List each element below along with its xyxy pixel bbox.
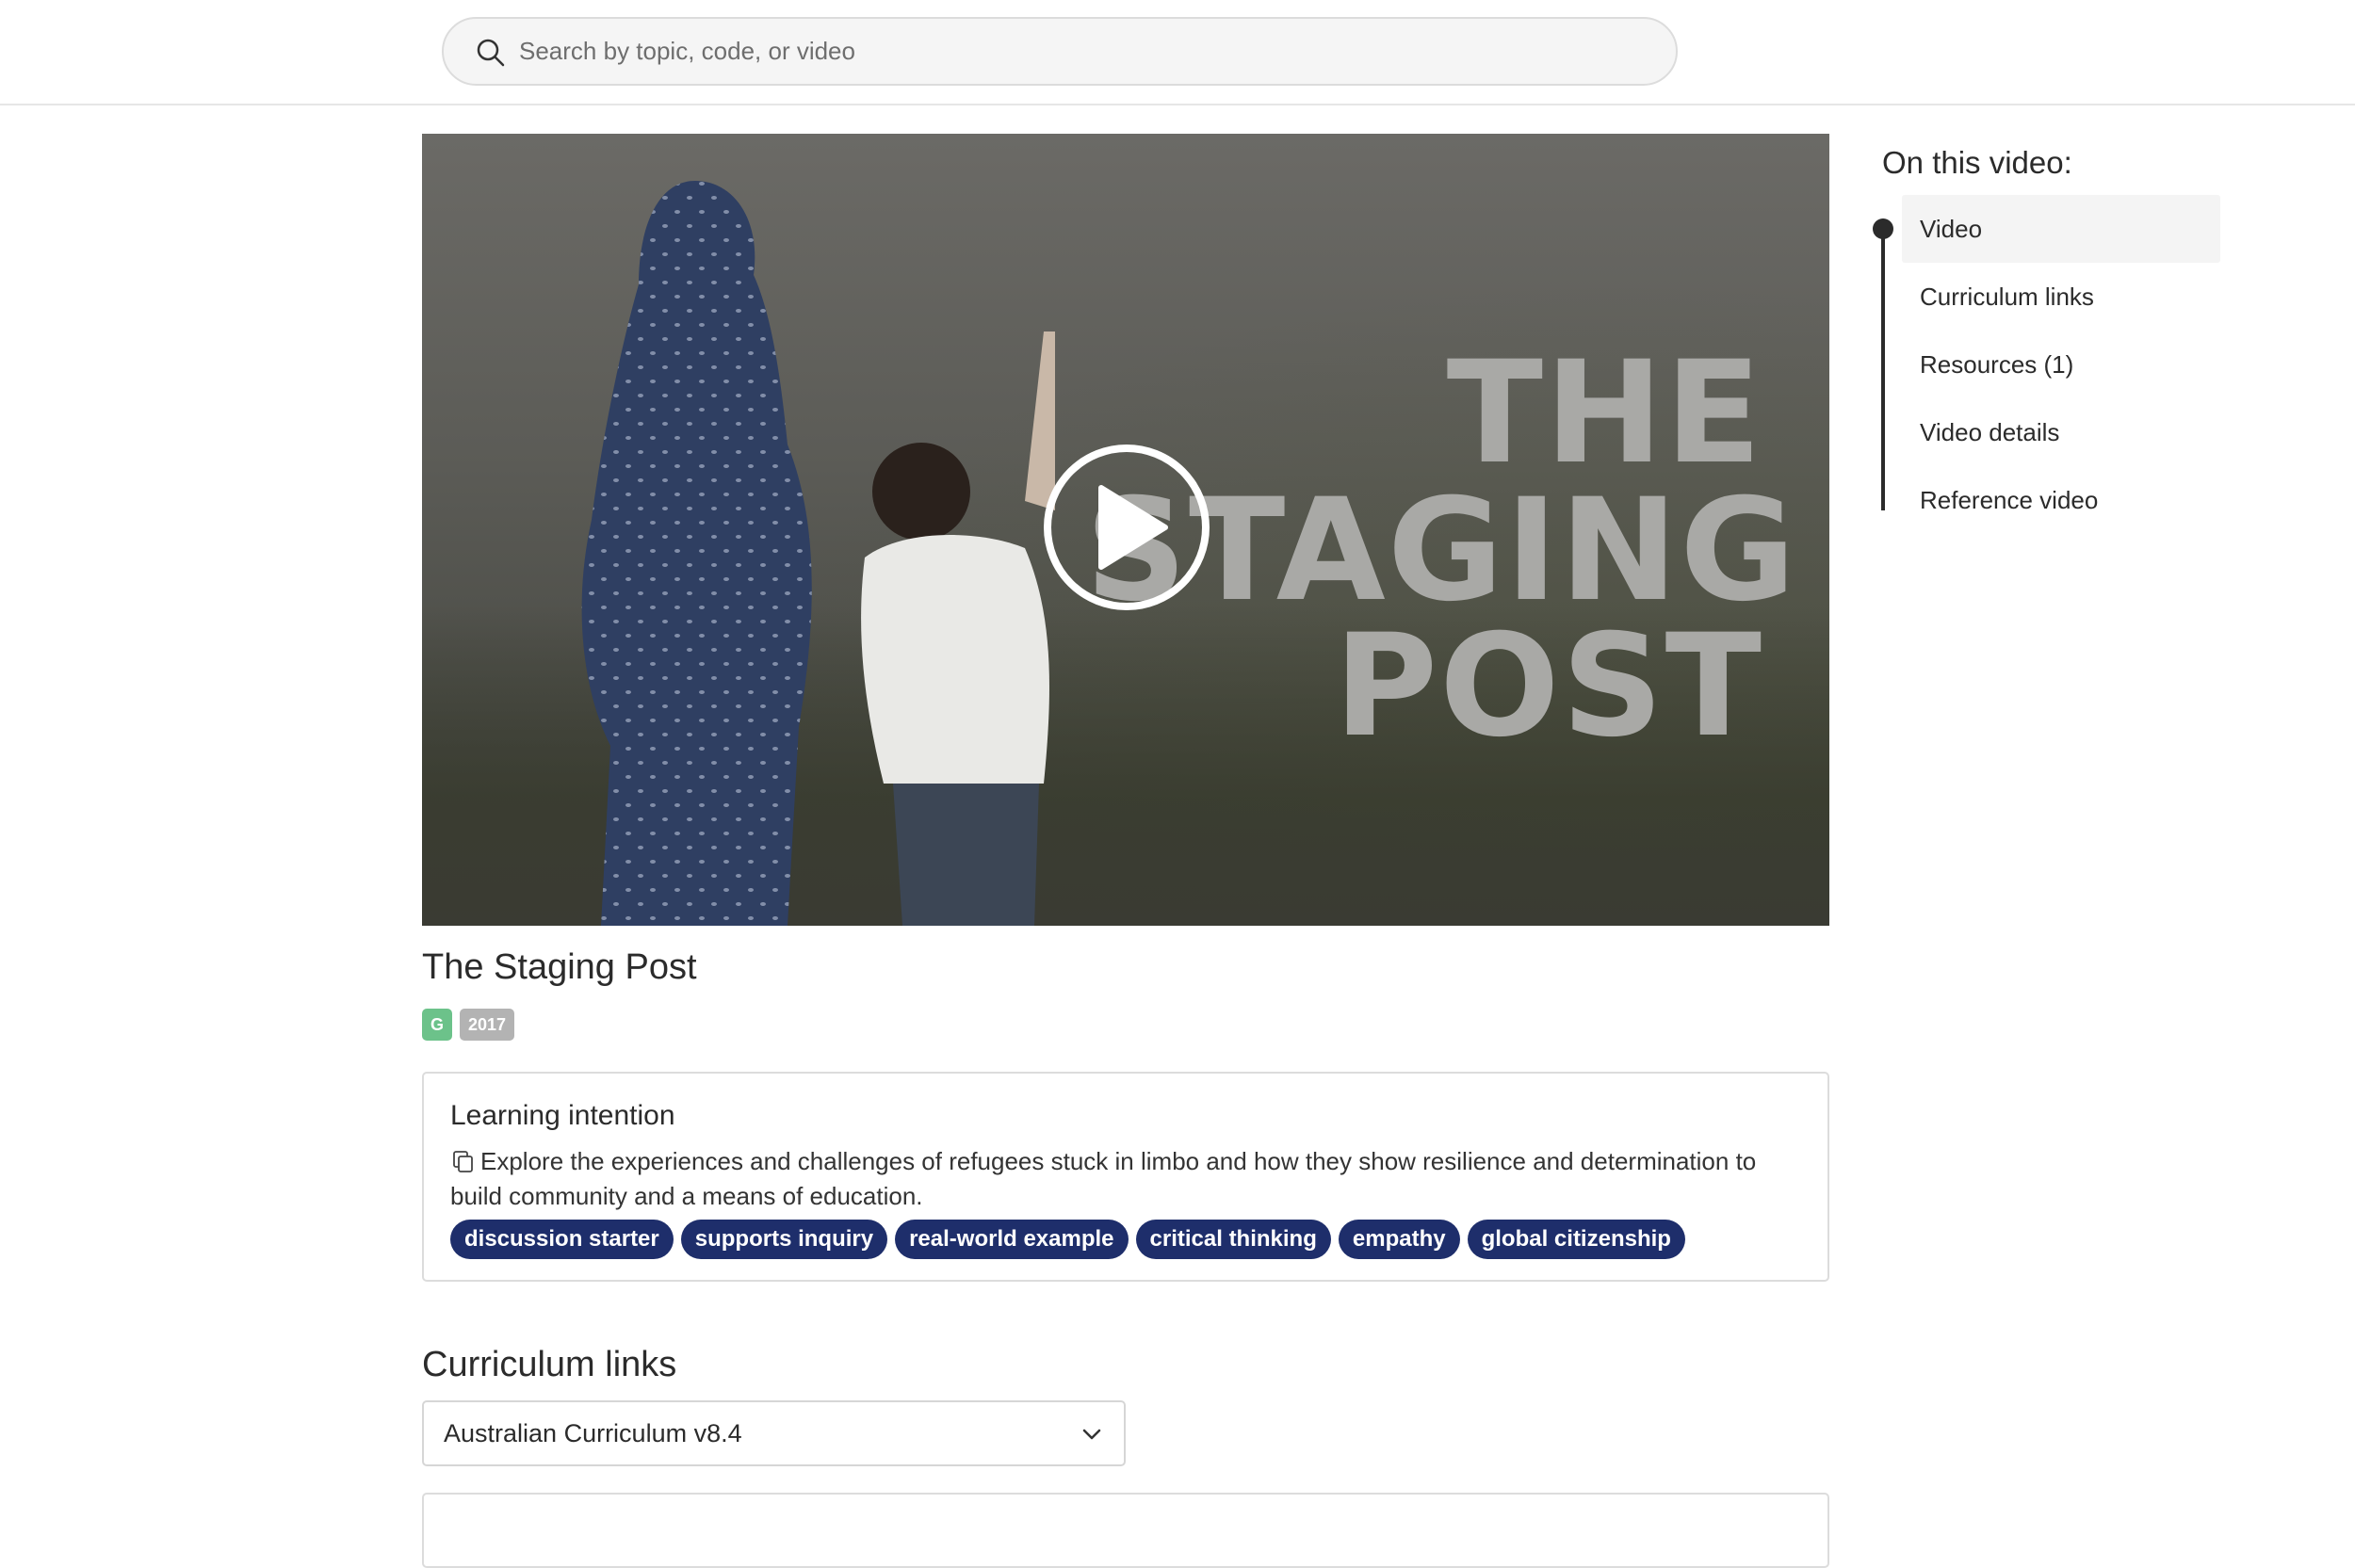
search-icon <box>477 39 505 67</box>
search-bar[interactable] <box>442 17 1678 86</box>
toc-item-curriculum-links[interactable]: Curriculum links <box>1902 263 2220 331</box>
toc-item-video[interactable]: Video <box>1902 195 2220 263</box>
toc-title: On this video: <box>1882 145 2072 180</box>
adult-figure-image <box>581 181 812 926</box>
tag-supports-inquiry[interactable]: supports inquiry <box>680 1220 888 1259</box>
curriculum-version-select[interactable]: Australian Curriculum v8.4 <box>422 1400 1126 1466</box>
top-header <box>0 0 2355 105</box>
child-figure-image <box>861 331 1055 926</box>
tag-list: discussion starter supports inquiry real… <box>450 1220 1685 1259</box>
learning-intention-text-wrapper: Explore the experiences and challenges o… <box>450 1144 1807 1214</box>
toc-item-reference-video[interactable]: Reference video <box>1902 466 2220 534</box>
search-input[interactable] <box>519 19 1649 84</box>
curriculum-links-heading: Curriculum links <box>422 1345 677 1384</box>
tag-real-world-example[interactable]: real-world example <box>895 1220 1129 1259</box>
video-badges: G 2017 <box>422 1009 515 1041</box>
year-badge: 2017 <box>460 1009 515 1041</box>
chevron-down-icon <box>1082 1429 1101 1440</box>
page-title: The Staging Post <box>422 947 697 987</box>
tag-discussion-starter[interactable]: discussion starter <box>450 1220 674 1259</box>
tag-empathy[interactable]: empathy <box>1338 1220 1460 1259</box>
toc-rail <box>1881 222 1885 510</box>
video-player[interactable]: THE STAGING POST <box>422 134 1829 926</box>
toc-item-video-details[interactable]: Video details <box>1902 398 2220 466</box>
play-button[interactable] <box>1044 445 1210 610</box>
poster-title-line: THE <box>1446 331 1763 495</box>
learning-intention-heading: Learning intention <box>450 1100 675 1131</box>
tag-critical-thinking[interactable]: critical thinking <box>1135 1220 1331 1259</box>
learning-intention-card: Learning intention Explore the experienc… <box>422 1072 1829 1282</box>
poster-title-line: POST <box>1334 605 1763 768</box>
copy-icon[interactable] <box>450 1148 477 1174</box>
learning-intention-text: Explore the experiences and challenges o… <box>450 1147 1757 1210</box>
tag-global-citizenship[interactable]: global citizenship <box>1467 1220 1685 1259</box>
toc-list: Video Curriculum links Resources (1) Vid… <box>1902 195 2220 534</box>
toc-active-indicator <box>1873 218 1893 239</box>
toc-item-resources[interactable]: Resources (1) <box>1902 331 2220 398</box>
curriculum-version-value: Australian Curriculum v8.4 <box>444 1419 742 1447</box>
curriculum-links-card <box>422 1493 1829 1568</box>
rating-badge: G <box>422 1009 453 1041</box>
play-icon <box>1098 485 1168 570</box>
